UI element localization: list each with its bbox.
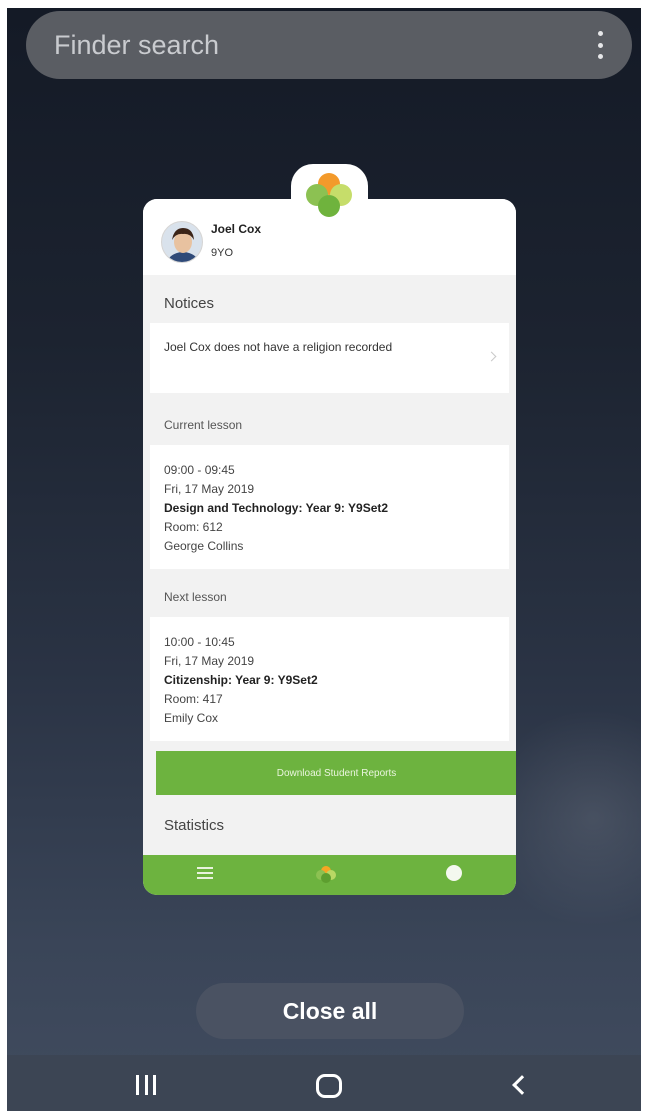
current-lesson-teacher: George Collins <box>164 539 244 553</box>
back-icon[interactable] <box>512 1075 532 1095</box>
next-lesson-heading: Next lesson <box>150 577 509 617</box>
app-logo-nav-icon[interactable] <box>315 865 337 888</box>
notice-text: Joel Cox does not have a religion record… <box>164 340 393 354</box>
current-lesson-room: Room: 612 <box>164 520 223 534</box>
more-options-icon[interactable] <box>596 31 604 59</box>
next-lesson-subject: Citizenship: Year 9: Y9Set2 <box>164 673 318 687</box>
current-lesson-subject: Design and Technology: Year 9: Y9Set2 <box>164 501 389 515</box>
notice-item[interactable]: Joel Cox does not have a religion record… <box>150 323 509 393</box>
statistics-heading: Statistics <box>150 803 509 847</box>
current-lesson-card[interactable]: 09:00 - 09:45 Fri, 17 May 2019 Design an… <box>150 445 509 569</box>
finder-search-bar[interactable]: Finder search <box>26 11 632 79</box>
download-student-reports-button[interactable]: Download Student Reports <box>156 751 516 795</box>
next-lesson-time: 10:00 - 10:45 <box>164 635 235 649</box>
recents-icon[interactable] <box>136 1075 156 1095</box>
app-preview-card[interactable]: Joel Cox 9YO Notices Joel Cox does not h… <box>143 199 516 895</box>
recent-apps-screen: Finder search Joel Cox 9YO Notices Joel … <box>7 8 641 1111</box>
chevron-right-icon <box>486 351 497 362</box>
profile-icon[interactable] <box>446 865 462 881</box>
app-bottom-nav <box>143 855 516 895</box>
current-lesson-date: Fri, 17 May 2019 <box>164 482 255 496</box>
notices-heading: Notices <box>150 283 509 323</box>
student-class: 9YO <box>211 247 234 259</box>
close-all-button[interactable]: Close all <box>196 983 464 1039</box>
avatar <box>161 221 203 263</box>
current-lesson-time: 09:00 - 09:45 <box>164 463 235 477</box>
next-lesson-teacher: Emily Cox <box>164 711 219 725</box>
multicolor-leaf-logo-icon[interactable] <box>291 164 368 238</box>
student-name: Joel Cox <box>211 222 262 236</box>
next-lesson-date: Fri, 17 May 2019 <box>164 654 255 668</box>
next-lesson-room: Room: 417 <box>164 692 223 706</box>
home-icon[interactable] <box>316 1074 342 1098</box>
next-lesson-card[interactable]: 10:00 - 10:45 Fri, 17 May 2019 Citizensh… <box>150 617 509 741</box>
menu-icon[interactable] <box>197 867 213 879</box>
system-navigation-bar <box>7 1055 641 1111</box>
current-lesson-heading: Current lesson <box>150 405 509 445</box>
finder-search-placeholder: Finder search <box>54 29 220 60</box>
